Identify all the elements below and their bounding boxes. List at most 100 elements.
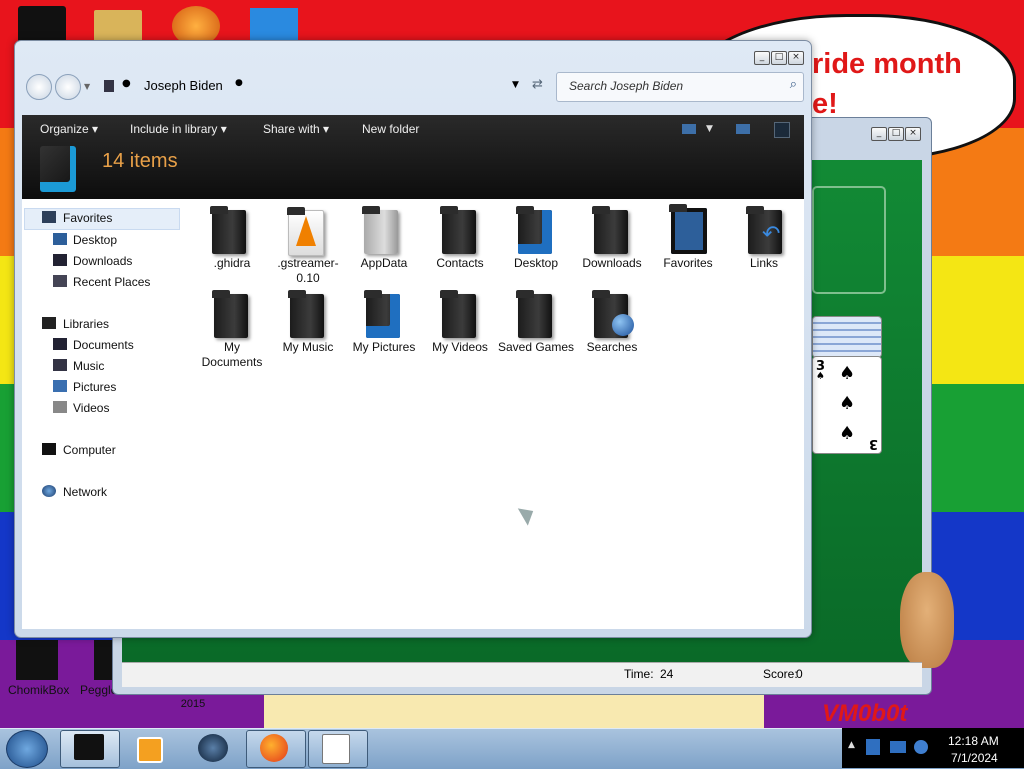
back-button[interactable] [26, 74, 52, 100]
explorer-close-button[interactable]: × [788, 51, 804, 65]
organize-button[interactable]: Organize ▾ [40, 122, 98, 136]
nav-libraries[interactable]: Libraries [63, 317, 109, 331]
clock-time[interactable]: 12:18 AM [948, 734, 999, 748]
nav-pictures[interactable]: Pictures [73, 380, 116, 394]
star-icon [42, 211, 56, 223]
help-icon[interactable] [774, 122, 790, 138]
taskbar-firefox-icon [260, 734, 288, 762]
breadcrumb-joseph-biden[interactable]: Joseph Biden [144, 78, 223, 93]
my-videos-folder-icon[interactable] [440, 290, 476, 338]
breadcrumb-arrow-icon[interactable]: ● [235, 78, 243, 88]
item-my-videos[interactable]: My Videos [420, 340, 500, 355]
search-input[interactable]: Search Joseph Biden ⌕ [556, 72, 804, 102]
network-icon [42, 485, 56, 497]
three-of-spades-card[interactable]: 3 ♠ ♠ ♠ ♠ 3 [812, 356, 882, 454]
recent-pages-chevron-icon[interactable]: ▼ [84, 82, 90, 91]
watermark-text: VM0b0t [822, 700, 908, 727]
tray-flag-icon[interactable] [866, 739, 880, 755]
chomikbox-icon[interactable] [16, 640, 58, 680]
spade-pip-icon: ♠ [839, 423, 856, 444]
breadcrumb-separator-icon: ● [122, 78, 131, 89]
favorites-folder-icon[interactable] [669, 204, 707, 254]
my-music-folder-icon[interactable] [288, 290, 324, 338]
preview-pane-icon[interactable] [736, 124, 750, 134]
view-options-icon[interactable] [682, 124, 696, 134]
item-my-music[interactable]: My Music [268, 340, 348, 355]
contacts-folder-icon[interactable] [440, 206, 476, 254]
address-dropdown-icon[interactable]: ▼ [512, 80, 519, 90]
nav-network[interactable]: Network [63, 485, 107, 499]
address-bar[interactable]: ● Joseph Biden ● ▼ [98, 72, 528, 100]
item-count: 14 items [102, 150, 178, 172]
item-gstreamer[interactable]: .gstreamer-0.10 [268, 256, 348, 286]
my-pictures-folder-icon[interactable] [364, 290, 400, 338]
item-links[interactable]: Links [724, 256, 804, 271]
item-desktop[interactable]: Desktop [496, 256, 576, 271]
nav-desktop[interactable]: Desktop [73, 233, 117, 247]
item-contacts[interactable]: Contacts [420, 256, 500, 271]
item-saved-games[interactable]: Saved Games [496, 340, 576, 355]
forward-button[interactable] [55, 74, 81, 100]
new-folder-button[interactable]: New folder [362, 122, 419, 136]
user-folder-icon [104, 80, 114, 92]
clock-date[interactable]: 7/1/2024 [951, 751, 998, 765]
computer-large-icon [40, 146, 76, 192]
vlc-cone-icon [296, 216, 316, 246]
spade-pip-icon: ♠ [839, 393, 856, 414]
saved-games-folder-icon[interactable] [516, 290, 552, 338]
search-icon[interactable]: ⌕ [790, 77, 797, 92]
nav-computer[interactable]: Computer [63, 443, 116, 457]
hamster-image [900, 572, 954, 668]
share-with-button[interactable]: Share with ▾ [263, 122, 329, 136]
facedown-card-stack[interactable] [812, 316, 882, 358]
links-arrow-icon: ↶ [762, 222, 781, 247]
appdata-folder-icon[interactable] [362, 206, 398, 254]
nav-downloads[interactable]: Downloads [73, 254, 132, 268]
explorer-maximize-button[interactable]: □ [771, 51, 787, 65]
nav-documents[interactable]: Documents [73, 338, 134, 352]
ghidra-folder-icon[interactable] [210, 206, 246, 254]
item-my-pictures[interactable]: My Pictures [344, 340, 424, 355]
spade-icon: ♠ [816, 371, 825, 382]
desktop-folder-icon[interactable] [516, 206, 552, 254]
card-rank-bottom: 3 [868, 436, 878, 451]
taskbar-solitaire-icon [322, 734, 350, 764]
spade-pip-icon: ♠ [839, 363, 856, 384]
include-in-library-button[interactable]: Include in library ▾ [130, 122, 227, 136]
chomikbox-label: ChomikBox [8, 683, 70, 697]
libraries-icon [42, 317, 56, 329]
organize-label: Organize [40, 122, 89, 136]
item-searches[interactable]: Searches [572, 340, 652, 355]
item-favorites[interactable]: Favorites [648, 256, 728, 271]
taskbar-media-player-icon[interactable] [137, 737, 163, 763]
item-downloads[interactable]: Downloads [572, 256, 652, 271]
my-documents-folder-icon[interactable] [212, 290, 248, 338]
start-button[interactable] [6, 730, 48, 768]
time-value: 24 [660, 667, 674, 681]
pictures-icon [53, 380, 67, 392]
explorer-minimize-button[interactable]: _ [754, 51, 770, 65]
nav-favorites[interactable]: Favorites [63, 211, 112, 225]
taskbar-globe-icon[interactable] [198, 734, 228, 762]
item-appdata[interactable]: AppData [344, 256, 424, 271]
tray-network-icon[interactable] [890, 741, 906, 753]
solitaire-close-button[interactable]: × [905, 127, 921, 141]
downloads-folder-icon[interactable] [592, 206, 628, 254]
foundation-slot[interactable] [812, 186, 886, 294]
taskbar-explorer-icon [74, 734, 104, 760]
search-placeholder: Search Joseph Biden [569, 79, 684, 93]
nav-recent-places[interactable]: Recent Places [73, 275, 150, 289]
refresh-icon[interactable]: ⇄ [532, 77, 543, 92]
solitaire-maximize-button[interactable]: □ [888, 127, 904, 141]
nav-music[interactable]: Music [73, 359, 104, 373]
item-my-documents[interactable]: My Documents [192, 340, 272, 370]
nav-videos[interactable]: Videos [73, 401, 109, 415]
recent-places-icon [53, 275, 67, 287]
show-hidden-icons-icon[interactable]: ▲ [848, 740, 855, 750]
computer-icon [42, 443, 56, 455]
item-ghidra[interactable]: .ghidra [192, 256, 272, 271]
view-dropdown-icon[interactable]: ▼ [706, 124, 713, 134]
tray-volume-icon[interactable] [914, 740, 928, 754]
solitaire-minimize-button[interactable]: _ [871, 127, 887, 141]
wallpaper-pink-block [264, 690, 764, 730]
